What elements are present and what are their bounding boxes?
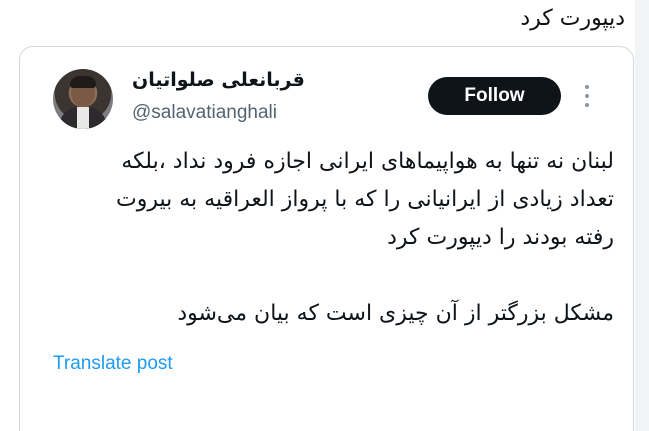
dot-icon — [585, 103, 589, 107]
author-display-name[interactable]: قربانعلی صلواتیان — [132, 69, 305, 91]
author-handle[interactable]: @salavatianghali — [132, 102, 277, 124]
avatar-hair — [70, 76, 96, 88]
dot-icon — [585, 85, 589, 89]
avatar-shirt — [77, 107, 89, 129]
scrollbar-track — [635, 0, 649, 431]
previous-message-area: دیپورت کرد — [0, 0, 649, 48]
tweet-card[interactable]: قربانعلی صلواتیان @salavatianghali Follo… — [19, 46, 634, 431]
tweet-text: لبنان نه تنها به هواپیماهای ایرانی اجازه… — [116, 149, 614, 326]
avatar[interactable] — [53, 69, 113, 129]
translate-post-link[interactable]: Translate post — [53, 353, 173, 375]
follow-button[interactable]: Follow — [428, 77, 561, 115]
more-vertical-icon[interactable] — [581, 83, 593, 109]
caption-text: دیپورت کرد — [520, 6, 625, 31]
dot-icon — [585, 94, 589, 98]
